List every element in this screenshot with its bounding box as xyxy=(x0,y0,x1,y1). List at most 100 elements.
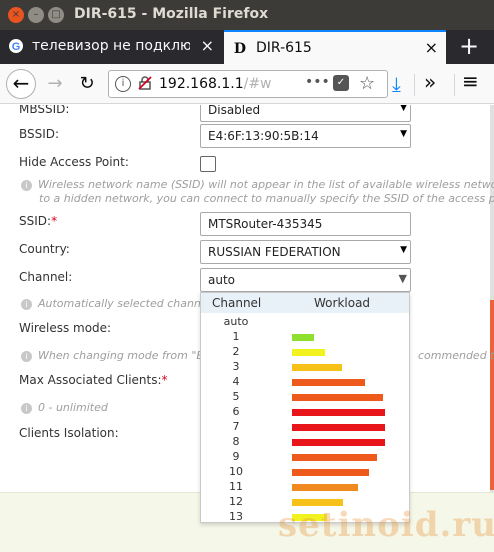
tab-strip: G телевизор не подключа × D DIR-615 × + xyxy=(0,30,494,64)
toolbar-divider xyxy=(414,74,415,96)
channel-workload-bar xyxy=(292,424,385,431)
window-maximize-button[interactable]: □ xyxy=(48,7,64,23)
info-icon: i xyxy=(21,299,32,310)
max-clients-label: Max Associated Clients:* xyxy=(19,373,168,387)
clients-isolation-label: Clients Isolation: xyxy=(19,426,119,440)
info-icon: i xyxy=(21,403,32,414)
tab-dir-615[interactable]: D DIR-615 × xyxy=(224,30,446,64)
back-button[interactable]: ← xyxy=(6,69,36,99)
ssid-input[interactable]: MTSRouter-435345 xyxy=(200,212,411,236)
svg-text:G: G xyxy=(12,41,21,53)
channel-option-number: 4 xyxy=(232,375,240,388)
new-tab-button[interactable]: + xyxy=(452,32,486,62)
channel-select[interactable]: auto ▼ xyxy=(200,268,411,292)
bssid-label: BSSID: xyxy=(19,127,60,141)
overflow-chevron-icon[interactable]: » xyxy=(424,70,436,94)
downloads-icon[interactable]: ⤓ xyxy=(392,72,401,96)
reload-button[interactable]: ↻ xyxy=(72,69,102,99)
window-title: DIR-615 - Mozilla Firefox xyxy=(74,6,269,22)
url-bar[interactable]: i 192.168.1.1/#w ••• ✓ ☆ xyxy=(108,70,388,98)
hide-ap-hint: i Wireless network name (SSID) will not a… xyxy=(21,178,494,191)
channel-option[interactable]: auto xyxy=(201,315,409,330)
max-clients-hint: i0 - unlimited xyxy=(21,401,108,414)
channel-option-number: 3 xyxy=(232,360,240,373)
channel-option-number: 8 xyxy=(232,435,240,448)
country-label: Country: xyxy=(19,242,70,256)
channel-column-header: Channel xyxy=(212,296,262,310)
country-select[interactable]: RUSSIAN FEDERATION ▼ xyxy=(200,240,411,264)
wireless-mode-hint: i When changing mode from "E xyxy=(21,349,203,362)
navigation-toolbar: ← → ↻ i 192.168.1.1/#w ••• ✓ ☆ ⤓ » ≡ xyxy=(0,64,494,104)
toolbar-divider xyxy=(454,74,455,96)
window-titlebar: × – □ DIR-615 - Mozilla Firefox xyxy=(0,0,494,30)
channel-option[interactable]: 5 xyxy=(201,390,409,405)
page-accent-strip xyxy=(490,300,494,490)
window-minimize-button[interactable]: – xyxy=(28,7,44,23)
channel-option-number: 5 xyxy=(232,390,240,403)
forward-button[interactable]: → xyxy=(40,69,70,99)
tab-close-icon[interactable]: × xyxy=(425,38,438,57)
channel-option[interactable]: 7 xyxy=(201,420,409,435)
channel-option[interactable]: 1 xyxy=(201,330,409,345)
url-text[interactable]: 192.168.1.1/#w xyxy=(159,76,272,92)
hide-ap-label: Hide Access Point: xyxy=(19,155,129,169)
channel-dropdown-header: Channel Workload xyxy=(201,293,409,313)
site-info-icon[interactable]: i xyxy=(115,76,131,92)
channel-workload-bar xyxy=(292,394,383,401)
channel-option-number: 13 xyxy=(229,510,243,523)
channel-option-number: 10 xyxy=(229,465,243,478)
channel-workload-bar xyxy=(292,334,314,341)
channel-option-number: 11 xyxy=(229,480,243,493)
mbssid-select[interactable]: Disabled ▼ xyxy=(200,105,411,122)
channel-option-number: 12 xyxy=(229,495,243,508)
watermark: setinoid.ru xyxy=(278,505,494,545)
channel-workload-bar xyxy=(292,379,365,386)
channel-workload-bar xyxy=(292,364,342,371)
info-icon: i xyxy=(21,180,32,191)
channel-option[interactable]: 3 xyxy=(201,360,409,375)
channel-option-number: 2 xyxy=(232,345,240,358)
channel-label: Channel: xyxy=(19,270,73,284)
wireless-mode-hint-tail: commended t xyxy=(418,349,494,362)
channel-workload-bar xyxy=(292,439,385,446)
channel-option[interactable]: 2 xyxy=(201,345,409,360)
channel-option[interactable]: 10 xyxy=(201,465,409,480)
bssid-select[interactable]: E4:6F:13:90:5B:14 ▼ xyxy=(200,124,411,148)
tab-google-search[interactable]: G телевизор не подключа × xyxy=(0,30,222,64)
channel-workload-bar xyxy=(292,484,358,491)
info-icon: i xyxy=(21,351,32,362)
channel-hint: i Automatically selected channe xyxy=(21,297,208,310)
workload-column-header: Workload xyxy=(314,296,371,310)
channel-dropdown[interactable]: Channel Workload auto 1 2 3 4 5 6 7 8 9 10 11 12 13 xyxy=(200,292,410,523)
insecure-lock-icon[interactable] xyxy=(137,75,153,95)
hide-ap-checkbox[interactable] xyxy=(200,156,216,172)
channel-workload-bar xyxy=(292,454,377,461)
pocket-icon[interactable]: ✓ xyxy=(333,75,349,91)
hamburger-menu-icon[interactable]: ≡ xyxy=(462,69,479,93)
google-favicon-icon: G xyxy=(9,39,23,53)
channel-option[interactable]: 11 xyxy=(201,480,409,495)
channel-workload-bar xyxy=(292,469,369,476)
tab-label: телевизор не подключа xyxy=(32,38,190,54)
channel-option-number: auto xyxy=(223,315,249,328)
page-content: MBSSID: Disabled ▼ BSSID: E4:6F:13:90:5B:… xyxy=(0,105,494,552)
wireless-mode-label: Wireless mode: xyxy=(19,321,112,335)
bookmark-star-icon[interactable]: ☆ xyxy=(359,73,375,94)
channel-workload-bar xyxy=(292,349,325,356)
channel-option-number: 6 xyxy=(232,405,240,418)
channel-option[interactable]: 8 xyxy=(201,435,409,450)
page-actions-icon[interactable]: ••• xyxy=(305,74,330,90)
channel-option[interactable]: 9 xyxy=(201,450,409,465)
channel-option[interactable]: 4 xyxy=(201,375,409,390)
dlink-favicon-icon: D xyxy=(234,41,246,56)
window-close-button[interactable]: × xyxy=(8,7,24,23)
channel-option[interactable]: 6 xyxy=(201,405,409,420)
tab-label: DIR-615 xyxy=(256,40,312,56)
channel-workload-bar xyxy=(292,409,385,416)
channel-option-number: 1 xyxy=(232,330,240,343)
tab-close-icon[interactable]: × xyxy=(201,36,214,55)
channel-option-number: 9 xyxy=(232,450,240,463)
mbssid-label: MBSSID: xyxy=(19,105,70,116)
ssid-label: SSID:* xyxy=(19,214,58,228)
hide-ap-hint-line2: to a hidden network, you can connect to … xyxy=(39,192,494,205)
